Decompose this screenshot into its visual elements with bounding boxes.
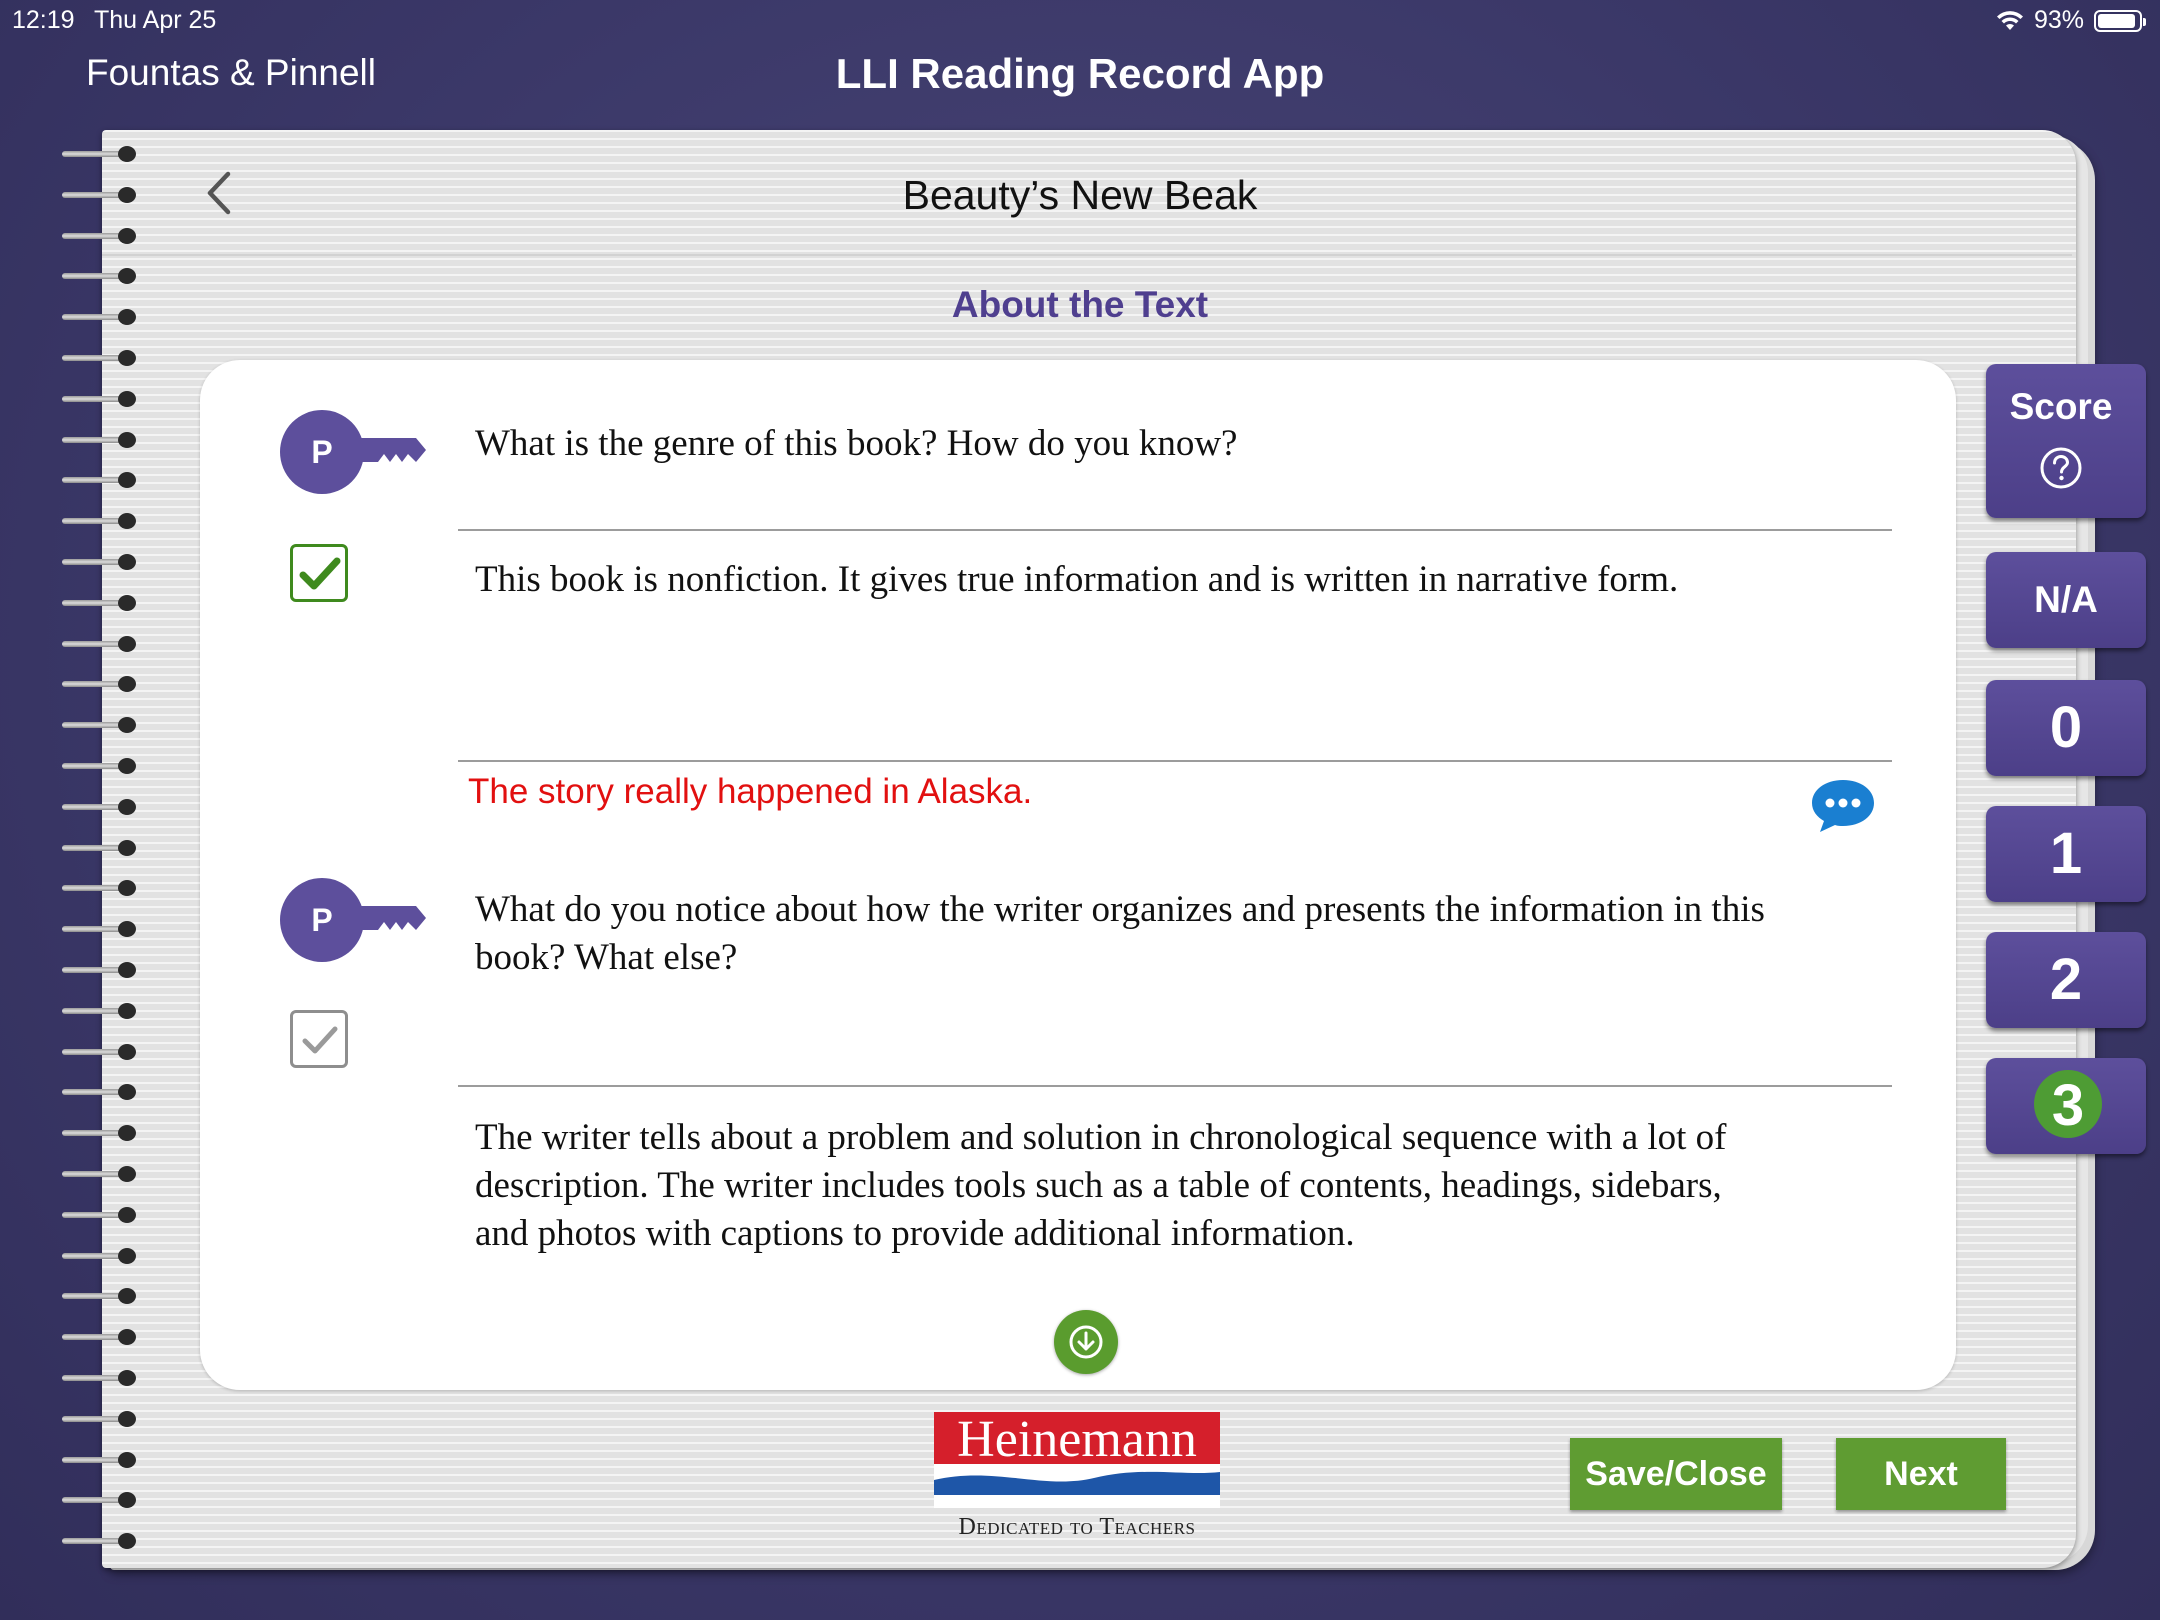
spiral-binding — [62, 146, 142, 1566]
logo-tagline: Dedicated to Teachers — [958, 1514, 1196, 1540]
spiral-ring — [62, 635, 142, 652]
header-divider — [102, 254, 2072, 256]
score-option-1[interactable]: 1 — [1986, 806, 2146, 902]
spiral-ring — [62, 1043, 142, 1060]
score-option-3-selected[interactable]: 3 — [1986, 1058, 2146, 1154]
spiral-ring — [62, 717, 142, 734]
question-1-prompt: What is the genre of this book? How do y… — [475, 423, 1238, 464]
battery-icon — [2094, 9, 2146, 32]
spiral-ring — [62, 1084, 142, 1101]
spiral-ring — [62, 676, 142, 693]
spiral-ring — [62, 350, 142, 366]
spiral-ring — [62, 962, 142, 978]
question-1-checkbox[interactable] — [290, 544, 348, 602]
question-2-prompt-line: What do you notice about how the writer … — [475, 889, 1765, 930]
spiral-ring — [62, 431, 142, 448]
spiral-ring — [62, 1002, 142, 1019]
spiral-ring — [62, 758, 142, 774]
status-time: 12:19 — [12, 6, 75, 34]
teacher-note[interactable]: The story really happened in Alaska. — [468, 772, 1032, 812]
spiral-ring — [62, 921, 142, 938]
spiral-ring — [62, 1451, 142, 1468]
score-option-2[interactable]: 2 — [1986, 932, 2146, 1028]
question-1-divider — [458, 529, 1892, 531]
score-option-label: 0 — [2049, 695, 2083, 760]
question-1-answer: This book is nonfiction. It gives true i… — [475, 559, 1679, 600]
spiral-ring — [62, 1533, 142, 1550]
spiral-ring — [62, 1125, 142, 1142]
key-letter: P — [311, 902, 333, 938]
score-option-label: 3 — [2051, 1073, 2085, 1138]
score-option-label: 1 — [2049, 821, 2083, 886]
spiral-ring — [62, 227, 142, 244]
score-header-tab: Score — [1986, 364, 2146, 518]
app-title-text: LLI Reading Record App — [835, 50, 1325, 97]
app-title: LLI Reading Record App — [0, 50, 2160, 98]
book-title: Beauty’s New Beak — [902, 172, 1258, 218]
score-option-na[interactable]: N/A — [1986, 552, 2146, 648]
comment-bubble-icon[interactable] — [1808, 776, 1878, 834]
spiral-ring — [62, 390, 142, 407]
checkmark-icon — [302, 1026, 338, 1054]
spiral-ring — [62, 1288, 142, 1305]
heinemann-logo: Heinemann Dedicated to Teachers — [934, 1412, 1220, 1548]
battery-fill — [2098, 13, 2136, 28]
spiral-ring — [62, 1329, 142, 1346]
question-2-prompt-line: book? What else? — [475, 937, 738, 978]
help-icon[interactable] — [2039, 446, 2083, 490]
logo-wave — [934, 1464, 1220, 1508]
spiral-ring — [62, 1166, 142, 1182]
spiral-ring — [62, 268, 142, 285]
spiral-ring — [62, 1410, 142, 1427]
score-label: Score — [2009, 386, 2113, 427]
spiral-ring — [62, 146, 142, 162]
logo-name: Heinemann — [957, 1411, 1197, 1468]
next-button[interactable]: Next — [1836, 1438, 2006, 1510]
section-title: About the Text — [951, 284, 1209, 325]
prompt-key-icon: P — [280, 878, 428, 962]
spiral-ring — [62, 839, 142, 856]
status-indicators: 93% — [1996, 6, 2146, 35]
question-2-checkbox[interactable] — [290, 1010, 348, 1068]
spiral-ring — [62, 1206, 142, 1223]
save-close-button[interactable]: Save/Close — [1570, 1438, 1782, 1510]
spiral-ring — [62, 554, 142, 570]
question-2-answer-line: and photos with captions to provide addi… — [475, 1213, 1355, 1254]
score-option-0[interactable]: 0 — [1986, 680, 2146, 776]
spiral-ring — [62, 1492, 142, 1509]
spiral-ring — [62, 880, 142, 897]
checkmark-icon — [299, 557, 341, 590]
spiral-ring — [62, 798, 142, 815]
battery-percent: 93% — [2033, 6, 2084, 34]
spiral-ring — [62, 513, 142, 530]
key-letter: P — [311, 434, 333, 470]
spiral-ring — [62, 1247, 142, 1264]
spiral-ring — [62, 472, 142, 489]
spiral-ring — [62, 594, 142, 611]
question-2-answer-line: description. The writer includes tools s… — [475, 1165, 1722, 1206]
score-option-label: 2 — [2049, 947, 2083, 1012]
question-1-note-divider — [458, 760, 1892, 762]
wifi-icon — [1996, 10, 2023, 30]
status-date: Thu Apr 25 — [94, 6, 217, 34]
question-2-divider — [458, 1085, 1892, 1087]
prompt-key-icon: P — [280, 410, 428, 494]
scroll-down-button[interactable] — [1054, 1310, 1118, 1374]
spiral-ring — [62, 1370, 142, 1386]
status-bar: 12:19 Thu Apr 25 93% — [0, 0, 2160, 40]
question-2-answer-line: The writer tells about a problem and sol… — [475, 1117, 1727, 1158]
score-option-label: N/A — [2034, 579, 2098, 620]
arrow-down-circle-icon — [1069, 1325, 1103, 1359]
